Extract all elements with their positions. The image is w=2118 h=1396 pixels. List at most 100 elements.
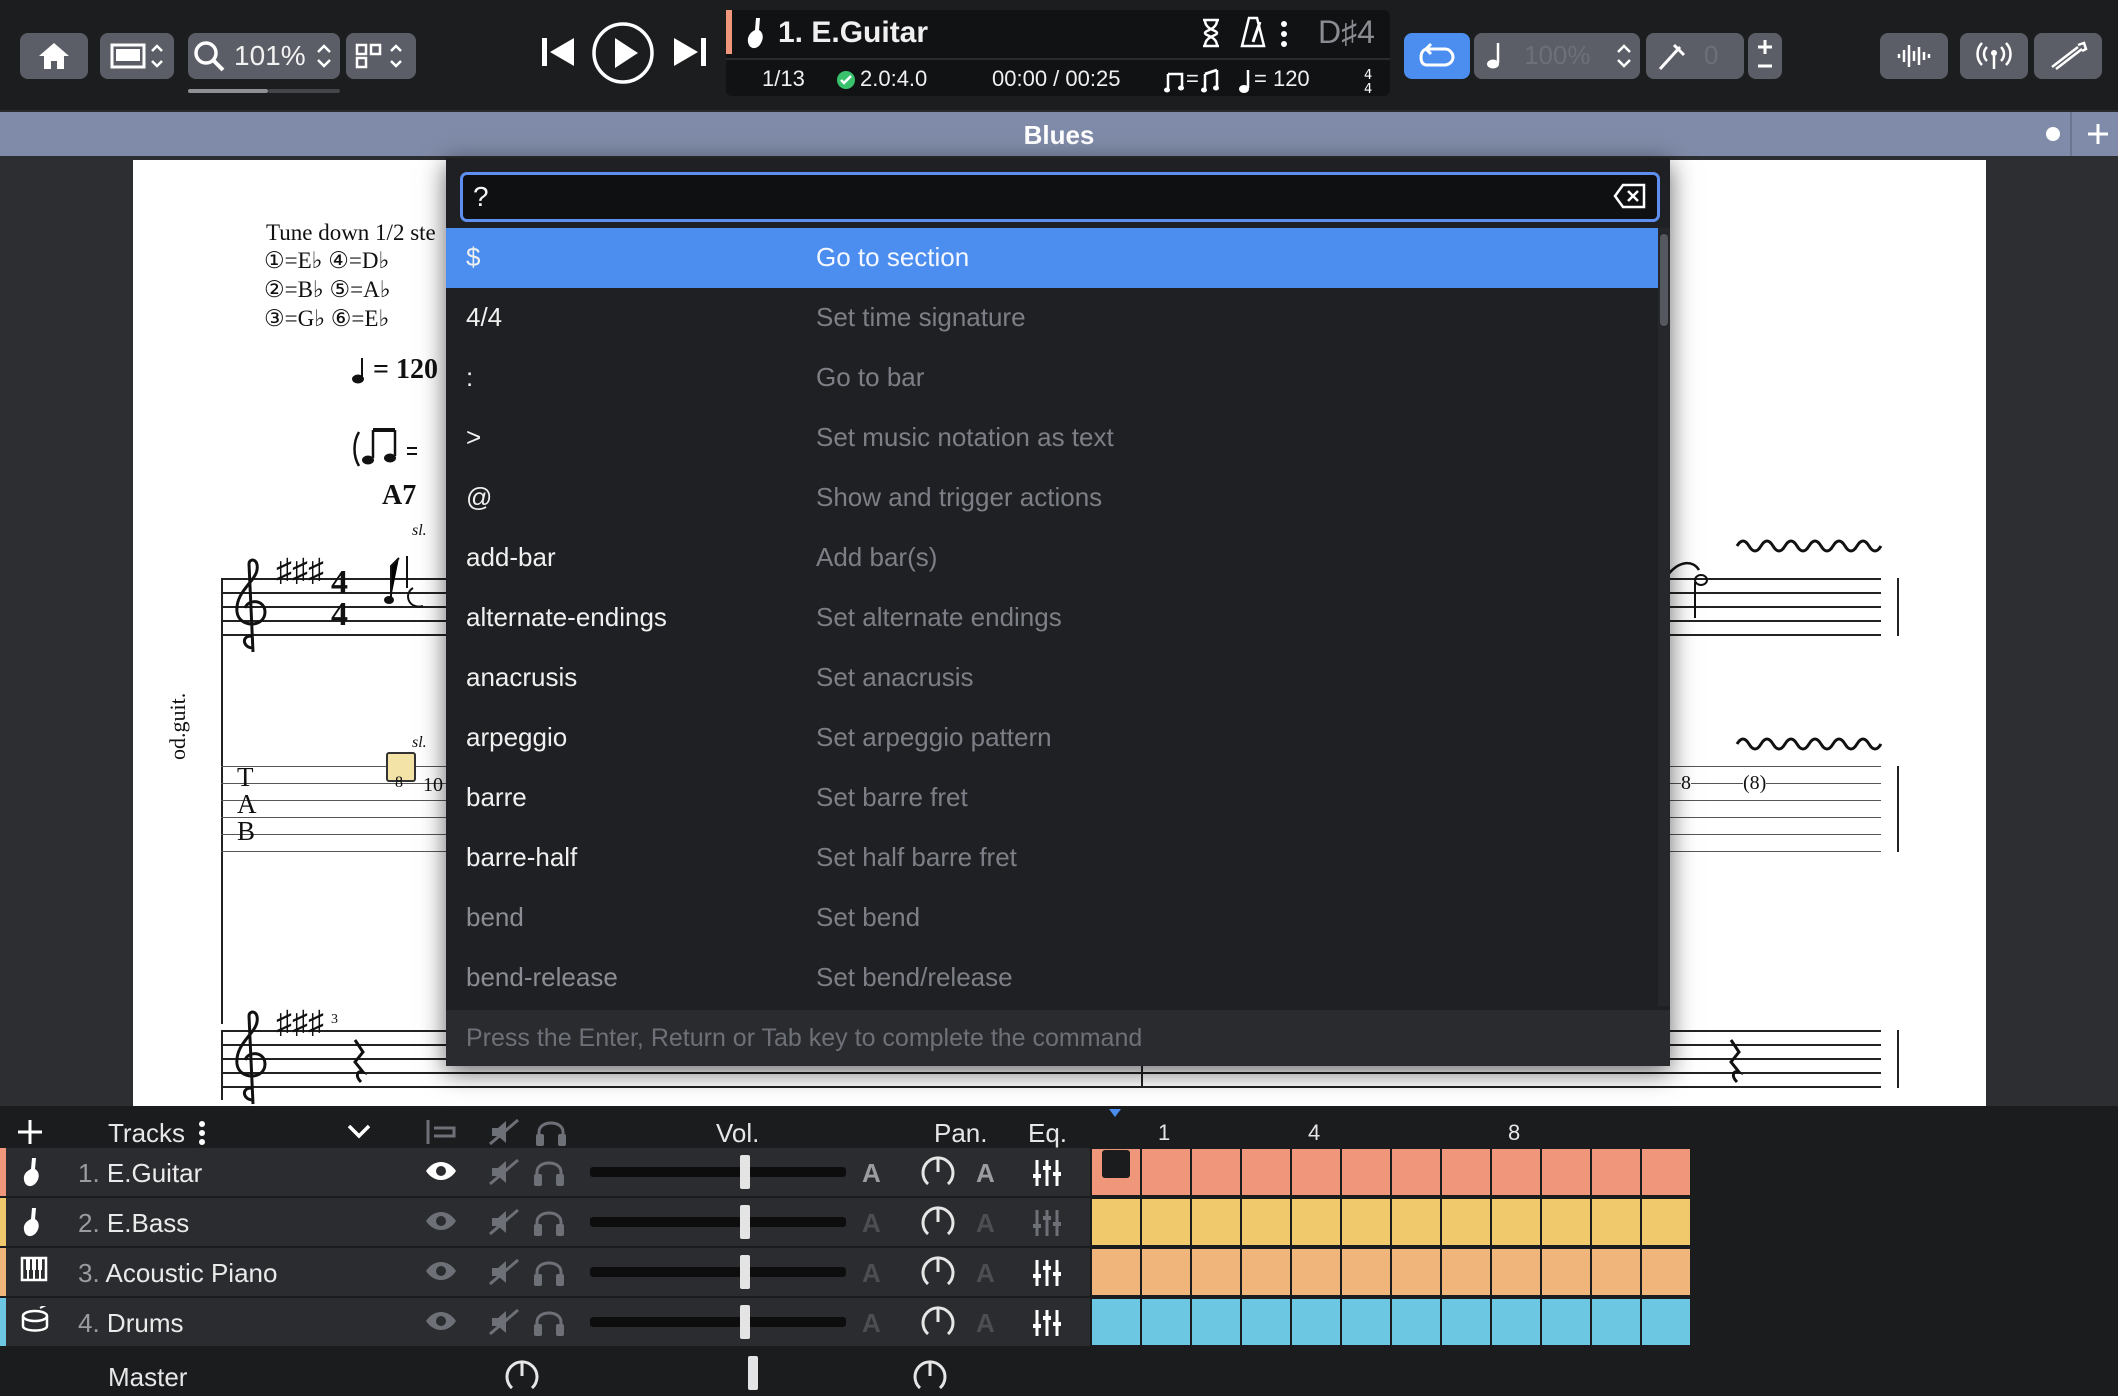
command-item[interactable]: arpeggio Set arpeggio pattern [446,708,1658,768]
automation-icon[interactable]: A [862,1258,881,1289]
bar-cell[interactable] [1292,1199,1342,1245]
bar-cell[interactable] [1192,1299,1242,1345]
solo-headphones-icon[interactable] [532,1156,566,1193]
bar-cell[interactable] [1242,1249,1292,1295]
bar-cell[interactable] [1142,1199,1192,1245]
bar-cell[interactable] [1342,1249,1392,1295]
command-item[interactable]: : Go to bar [446,348,1658,408]
command-item[interactable]: alternate-endings Set alternate endings [446,588,1658,648]
master-volume-slider[interactable] [748,1356,758,1390]
solo-headphones-icon[interactable] [532,1256,566,1293]
track-name[interactable]: 2. E.Bass [78,1208,189,1239]
bar-cell[interactable] [1592,1199,1642,1245]
automation-icon[interactable]: A [862,1208,881,1239]
more-icon[interactable] [198,1120,206,1146]
track-row[interactable]: 3. Acoustic Piano A A [0,1248,1090,1296]
volume-slider-thumb[interactable] [740,1155,750,1189]
add-tab-icon[interactable] [2086,122,2110,146]
hourglass-icon[interactable] [1200,18,1222,48]
bar-cell[interactable] [1442,1199,1492,1245]
lcd-track-title[interactable]: 1. E.Guitar [778,16,928,50]
volume-slider-thumb[interactable] [740,1255,750,1289]
solo-headphones-icon[interactable] [532,1206,566,1243]
command-list-scrollbar[interactable] [1658,228,1670,1006]
volume-slider-thumb[interactable] [740,1305,750,1339]
chevron-down-icon[interactable] [346,1122,372,1140]
clear-input-icon[interactable] [1613,183,1647,209]
speed-control[interactable]: 100% [1474,33,1640,79]
bar-cell[interactable] [1542,1249,1592,1295]
automation-icon[interactable]: A [976,1258,995,1289]
command-item[interactable]: anacrusis Set anacrusis [446,648,1658,708]
bar-cell[interactable] [1092,1199,1142,1245]
dot-indicator-icon[interactable] [2046,127,2060,141]
stepper-arrows-icon[interactable] [316,41,332,71]
playhead-marker-icon[interactable] [1108,1108,1122,1118]
command-item[interactable]: @ Show and trigger actions [446,468,1658,528]
scrollbar-thumb[interactable] [1660,234,1668,326]
master-volume-knob[interactable] [502,1356,542,1396]
track-row[interactable]: 1. E.Guitar A A [0,1148,1090,1196]
home-button[interactable] [20,33,88,79]
track-align-icon[interactable] [424,1118,458,1146]
more-icon[interactable] [1280,20,1288,48]
automation-icon[interactable]: A [976,1158,995,1189]
bar-cell[interactable] [1092,1249,1142,1295]
bar-cell[interactable] [1492,1199,1542,1245]
solo-all-icon[interactable] [534,1116,568,1148]
automation-icon[interactable]: A [862,1158,881,1189]
bar-cell[interactable] [1192,1149,1242,1195]
bar-cell[interactable] [1492,1149,1542,1195]
stepper-arrows-icon[interactable] [1616,41,1632,71]
volume-slider-track[interactable] [590,1167,846,1177]
mute-icon[interactable] [488,1158,520,1191]
bar-cell[interactable] [1292,1299,1342,1345]
bar-cell[interactable] [1392,1299,1442,1345]
pan-knob[interactable] [918,1152,958,1197]
mute-icon[interactable] [488,1208,520,1241]
mute-icon[interactable] [488,1258,520,1291]
equalizer-icon[interactable] [1032,1308,1062,1343]
bar-cell[interactable] [1142,1149,1192,1195]
bar-cell[interactable] [1292,1249,1342,1295]
volume-slider-track[interactable] [590,1217,846,1227]
track-name[interactable]: 3. Acoustic Piano [78,1258,277,1289]
bar-cell[interactable] [1242,1149,1292,1195]
automation-icon[interactable]: A [862,1308,881,1339]
visibility-eye-icon[interactable] [424,1260,458,1287]
plus-minus-button[interactable] [1748,33,1782,79]
bar-cell[interactable] [1392,1149,1442,1195]
visibility-eye-icon[interactable] [424,1310,458,1337]
bar-cell[interactable] [1142,1249,1192,1295]
bar-cursor[interactable] [1102,1150,1130,1178]
skip-forward-button[interactable] [670,30,710,74]
capo-control[interactable]: 0 [1646,33,1744,79]
bar-cell[interactable] [1592,1149,1642,1195]
automation-icon[interactable]: A [976,1308,995,1339]
audio-wave-button[interactable] [1880,33,1948,79]
mute-all-icon[interactable] [488,1118,522,1146]
volume-slider-thumb[interactable] [740,1205,750,1239]
bar-cell[interactable] [1242,1299,1292,1345]
pan-knob[interactable] [918,1302,958,1347]
bar-cell[interactable] [1642,1299,1692,1345]
mute-icon[interactable] [488,1308,520,1341]
play-button[interactable] [590,20,656,86]
equalizer-icon[interactable] [1032,1158,1062,1193]
command-item[interactable]: > Set music notation as text [446,408,1658,468]
master-pan-knob[interactable] [910,1356,950,1396]
automation-icon[interactable]: A [976,1208,995,1239]
bar-cell[interactable] [1242,1199,1292,1245]
bar-cell[interactable] [1542,1299,1592,1345]
solo-headphones-icon[interactable] [532,1306,566,1343]
command-item[interactable]: barre Set barre fret [446,768,1658,828]
bar-cell[interactable] [1192,1249,1242,1295]
bar-cell[interactable] [1442,1149,1492,1195]
bar-cell[interactable] [1592,1249,1642,1295]
equalizer-icon[interactable] [1032,1208,1062,1243]
pan-knob[interactable] [918,1202,958,1247]
guitar-tuner-button[interactable] [2034,33,2102,79]
pan-knob[interactable] [918,1252,958,1297]
bar-cell[interactable] [1192,1199,1242,1245]
tempo-readout[interactable]: = 120 [1254,66,1310,92]
